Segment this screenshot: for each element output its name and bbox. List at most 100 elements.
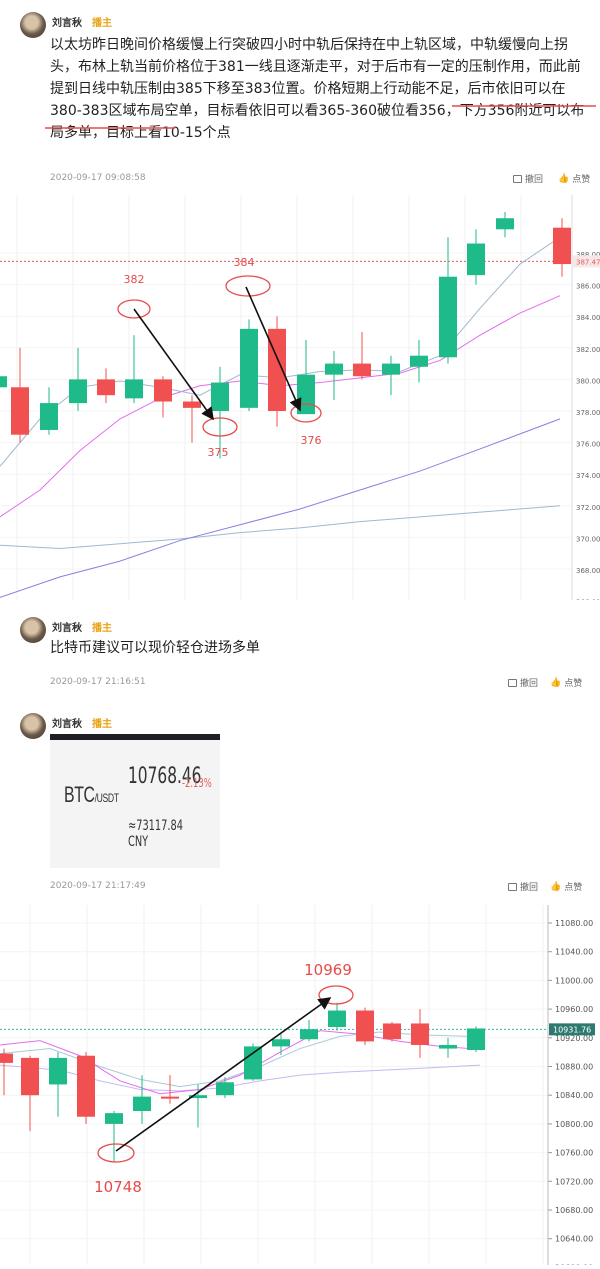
candle-body: [0, 376, 7, 388]
author-avatar[interactable]: [20, 12, 46, 38]
current-price-label: 10931.76: [553, 1025, 591, 1034]
author-name[interactable]: 刘言秋: [52, 715, 82, 730]
withdraw-button[interactable]: 撤回: [508, 880, 538, 893]
candle-body: [154, 379, 172, 402]
withdraw-icon: [508, 678, 517, 687]
y-tick-label: 11040.00: [555, 948, 593, 957]
candle-body: [97, 379, 115, 396]
withdraw-icon: [513, 174, 522, 183]
post-time: 2020-09-17 09:08:58: [50, 173, 146, 183]
withdraw-icon: [508, 882, 517, 891]
y-tick-label: 10840.00: [555, 1091, 593, 1100]
post-time: 2020-09-17 21:17:49: [50, 881, 146, 891]
candle-body: [356, 1010, 374, 1042]
annotation-label: 10969: [304, 961, 352, 979]
like-button[interactable]: 👍 点赞: [550, 676, 583, 690]
author-name[interactable]: 刘言秋: [52, 619, 82, 634]
withdraw-button[interactable]: 撤回: [508, 676, 538, 689]
candle-body: [439, 1044, 457, 1049]
candle-body: [240, 328, 258, 408]
candle-body: [125, 379, 143, 399]
withdraw-button[interactable]: 撤回: [513, 172, 543, 185]
withdraw-label: 撤回: [520, 679, 539, 689]
ticker-topbar: [50, 734, 220, 740]
withdraw-label: 撤回: [525, 175, 544, 185]
like-label: 点赞: [564, 883, 583, 893]
annotation-label: 375: [208, 446, 229, 459]
candle-body: [300, 1029, 318, 1040]
candle-body: [410, 355, 428, 367]
ticker-pair: /USDT: [94, 791, 119, 805]
candle-body: [105, 1113, 123, 1124]
candle-body: [268, 328, 286, 411]
role-badge: 播主: [92, 18, 112, 29]
candle-body: [11, 387, 29, 435]
ma-fast-line: [0, 505, 561, 549]
ma-mid-line: [0, 1031, 471, 1088]
y-tick-label: 11080.00: [555, 919, 593, 928]
y-tick-label: 10880.00: [555, 1063, 593, 1072]
candle-body: [216, 1082, 234, 1096]
candle-body: [69, 379, 87, 404]
btc-kline-chart: 11080.00 11040.00 11000.00 10960.00 10920.00…: [0, 905, 600, 1269]
candle-body: [553, 227, 571, 265]
y-tick-label: 384.00: [576, 314, 600, 322]
post-2: 刘言秋 播主 比特币建议可以现价轻仓进场多单 2020-09-17 21:16:…: [0, 603, 600, 703]
post-text: 以太坊昨日晚间价格缓慢上行突破四小时中轨后保持在中上轨区域，中轨缓慢向上拐头，布…: [50, 34, 590, 144]
like-label: 点赞: [572, 175, 591, 185]
like-label: 点赞: [564, 679, 583, 689]
y-tick-label: 380.00: [576, 377, 600, 385]
withdraw-label: 撤回: [520, 883, 539, 893]
annotation-label: 376: [301, 434, 322, 447]
candle-body: [40, 403, 58, 430]
ticker-change: -2.13%: [182, 776, 212, 790]
y-tick-label: 378.00: [576, 409, 600, 417]
candle-body: [21, 1057, 39, 1096]
ma-fast-line: [0, 1030, 471, 1095]
candle-body: [496, 218, 514, 230]
candle-body: [272, 1039, 290, 1047]
role-badge: 播主: [92, 719, 112, 730]
candle-body: [467, 1028, 485, 1050]
y-tick-label: 10800.00: [555, 1120, 593, 1129]
ticker-symbol: BTC/USDT: [64, 782, 119, 807]
eth-kline-svg: 388.00386.00384.00382.00380.00378.00376.…: [0, 195, 600, 607]
like-button[interactable]: 👍 点赞: [550, 880, 583, 894]
btc-ticker-image[interactable]: BTC/USDT 10768.46 -2.13% ≈73117.84 CNY: [50, 734, 220, 868]
thumbs-up-icon: 👍: [550, 677, 562, 688]
like-button[interactable]: 👍 点赞: [558, 172, 591, 186]
candle-body: [211, 382, 229, 411]
post-text: 比特币建议可以现价轻仓进场多单: [50, 640, 260, 656]
author-avatar[interactable]: [20, 713, 46, 739]
candle-body: [328, 1010, 346, 1028]
y-tick-label: 10680.00: [555, 1206, 593, 1215]
y-tick-label: 366.00: [576, 599, 600, 600]
candle-body: [411, 1023, 429, 1045]
current-price-label: 387.47: [576, 258, 600, 266]
thumbs-up-icon: 👍: [550, 881, 562, 892]
post-1: 刘言秋 播主 以太坊昨日晚间价格缓慢上行突破四小时中轨后保持在中上轨区域，中轨缓…: [0, 0, 600, 195]
candle-body: [244, 1046, 262, 1080]
author-name[interactable]: 刘言秋: [52, 14, 82, 29]
eth-kline-chart: 388.00 386.00 384.00 382.00 380.00 378.00 376.…: [0, 195, 600, 607]
y-tick-label: 10720.00: [555, 1177, 593, 1186]
candle-body: [183, 401, 201, 408]
candle-body: [382, 363, 400, 375]
y-tick-label: 372.00: [576, 504, 600, 512]
candle-body: [161, 1096, 179, 1099]
candle-body: [439, 276, 457, 358]
annotation-label: 10748: [94, 1178, 142, 1196]
btc-kline-svg: 11080.0011040.0011000.0010960.0010920.00…: [0, 905, 595, 1269]
candle-body: [49, 1057, 67, 1085]
y-tick-label: 11000.00: [555, 976, 593, 985]
candle-body: [0, 1053, 13, 1063]
y-tick-label: 382.00: [576, 346, 600, 354]
y-tick-label: 376.00: [576, 441, 600, 449]
candle-body: [353, 363, 371, 377]
y-tick-label: 10960.00: [555, 1005, 593, 1014]
candle-body: [133, 1096, 151, 1111]
ma-slow-line: [0, 1064, 481, 1092]
y-tick-label: 374.00: [576, 472, 600, 480]
author-avatar[interactable]: [20, 617, 46, 643]
role-badge: 播主: [92, 623, 112, 634]
